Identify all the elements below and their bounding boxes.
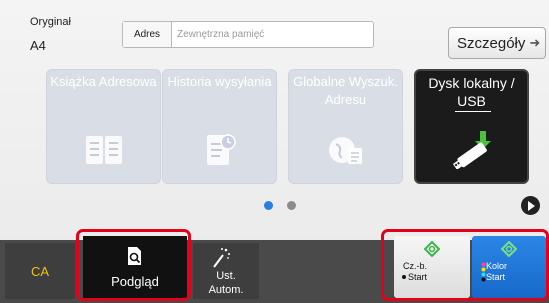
auto-settings-label: Ust. Autom.: [193, 269, 259, 297]
auto-settings-button[interactable]: Ust. Autom.: [193, 243, 259, 299]
color-start-button[interactable]: Kolor Start: [472, 236, 546, 298]
auto-line2: Autom.: [208, 284, 244, 296]
bw-start-button[interactable]: Cz.-b. Start: [394, 236, 470, 298]
black-dot-icon: [402, 275, 406, 279]
screen: Oryginał A4 Adres Zewnętrzna pamięć Szcz…: [0, 0, 549, 303]
tile-global-search: Globalne Wyszuk. Adresu: [288, 69, 403, 184]
address-field[interactable]: Adres Zewnętrzna pamięć: [122, 21, 374, 48]
tile-address-book: Książka Adresowa: [46, 69, 161, 184]
preview-icon: [128, 247, 141, 265]
address-input[interactable]: Zewnętrzna pamięć: [177, 22, 264, 47]
start-diamond-icon: [501, 241, 517, 257]
tile-send-history: Historia wysyłania: [162, 69, 277, 184]
bw-line1: Cz.-b.: [403, 261, 428, 271]
tile-label-line2: USB: [457, 93, 486, 109]
next-page-button[interactable]: [521, 196, 540, 215]
play-arrow-icon: [528, 200, 535, 211]
bw-start-label: Cz.-b. Start: [402, 261, 428, 283]
ca-button[interactable]: CA: [5, 243, 75, 299]
tile-label: Historia wysyłania: [167, 74, 272, 89]
usb-drive-icon: [452, 131, 491, 169]
details-label: Szczegóły: [457, 34, 526, 52]
bw-line2: Start: [408, 272, 428, 282]
page-indicator-1[interactable]: [264, 201, 273, 210]
details-button[interactable]: Szczegóły ➜: [448, 27, 546, 59]
magic-wand-icon: [213, 248, 230, 268]
send-history-icon: [207, 134, 236, 165]
usb-underline: [455, 111, 491, 112]
auto-line1: Ust.: [216, 270, 236, 282]
tile-label: Globalne Wyszuk. Adresu: [293, 74, 398, 107]
global-search-icon: [329, 137, 362, 164]
original-size[interactable]: A4: [30, 38, 46, 53]
tile-label-line1: Dysk lokalny /: [428, 75, 515, 91]
original-label: Oryginał: [30, 16, 71, 28]
tile-label: Dysk lokalny / USB: [416, 74, 527, 110]
page-indicator-2[interactable]: [287, 201, 296, 210]
start-diamond-icon: [424, 241, 440, 257]
arrow-right-icon: ➜: [529, 35, 541, 50]
tile-local-disk-usb[interactable]: Dysk lokalny / USB: [414, 69, 529, 184]
tile-label: Książka Adresowa: [50, 74, 157, 89]
address-book-icon: [86, 136, 122, 164]
preview-label: Podgląd: [111, 274, 159, 289]
color-start-label: Kolor Start: [486, 261, 507, 283]
color-line2: Start: [486, 272, 506, 282]
color-line1: Kolor: [486, 261, 508, 271]
preview-button[interactable]: Podgląd: [83, 236, 187, 298]
address-tag: Adres: [123, 22, 172, 47]
